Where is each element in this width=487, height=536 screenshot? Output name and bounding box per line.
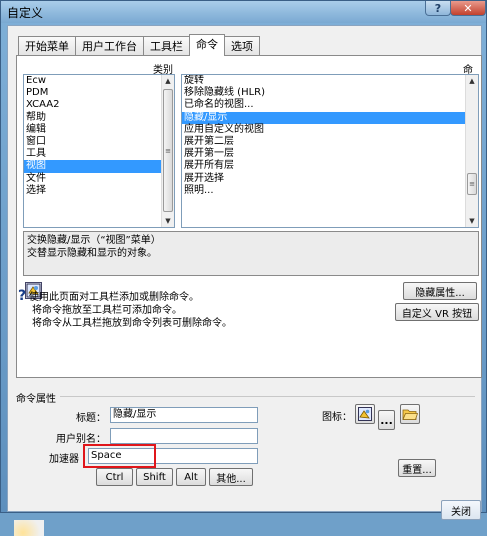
other-keys-button[interactable]: 其他... [209,468,253,486]
category-item[interactable]: 窗口 [24,136,174,148]
tab-strip: 开始菜单 用户工作台 工具栏 命令 选项 [18,34,260,56]
resize-grip [14,520,44,536]
customize-dialog: 自定义 ? ✕ 开始菜单 用户工作台 工具栏 命令 选项 类别 命令 Ecw P… [0,0,487,536]
command-item-selected[interactable]: 隐藏/显示 [182,111,478,124]
help-line: 将命令拖放至工具栏可添加命令。 [32,305,182,316]
category-item[interactable]: 编辑 [24,124,174,136]
category-list[interactable]: Ecw PDM XCAA2 帮助 编辑 窗口 工具 视图 文件 选择 ▲ ≡ ▼ [23,74,175,228]
shift-button[interactable]: Shift [136,468,173,486]
command-item[interactable]: 照明... [182,185,478,197]
custom-vr-button[interactable]: 自定义 VR 按钮 [395,303,479,321]
command-list[interactable]: 旋转 移除隐藏线 (HLR) 已命名的视图... 隐藏/显示 应用自定义的视图 … [181,74,479,228]
icon-label: 图标： [322,412,352,423]
dialog-body: 开始菜单 用户工作台 工具栏 命令 选项 类别 命令 Ecw PDM XCAA2… [7,25,482,536]
title-field[interactable]: 隐藏/显示 [110,407,258,423]
scroll-up-arrow-icon[interactable]: ▲ [162,75,174,87]
user-alias-label: 用户别名： [56,434,106,445]
category-item[interactable]: 工具 [24,148,174,160]
scroll-thumb[interactable]: ≡ [163,89,173,212]
ctrl-button[interactable]: Ctrl [96,468,133,486]
command-item[interactable]: 应用自定义的视图 [182,124,478,136]
tab-commands[interactable]: 命令 [189,34,225,56]
scroll-down-arrow-icon[interactable]: ▼ [162,215,174,227]
hide-properties-button[interactable]: 隐藏属性... [403,282,477,300]
command-item[interactable]: 展开所有层 [182,160,478,172]
description-line: 交换隐藏/显示（“视图”菜单） [27,235,161,246]
tab-toolbars[interactable]: 工具栏 [143,36,190,56]
command-description: 交换隐藏/显示（“视图”菜单） 交替显示隐藏和显示的对象。 [23,231,479,276]
command-item[interactable]: 移除隐藏线 (HLR) [182,87,478,99]
category-item[interactable]: XCAA2 [24,99,174,111]
category-item[interactable]: Ecw [24,75,174,87]
category-item[interactable]: PDM [24,87,174,99]
accelerator-highlight-box [83,444,156,468]
icon-browse-button[interactable]: ... [378,410,395,430]
command-item[interactable]: 展开第一层 [182,148,478,160]
category-scrollbar[interactable]: ▲ ≡ ▼ [161,75,174,227]
category-item[interactable]: 帮助 [24,112,174,124]
command-item[interactable]: 旋转 [182,75,478,87]
description-line: 交替显示隐藏和显示的对象。 [27,248,157,259]
user-alias-field[interactable] [110,428,258,444]
category-item[interactable]: 文件 [24,173,174,185]
help-button[interactable]: ? [425,1,451,16]
scroll-down-arrow-icon[interactable]: ▼ [466,215,478,227]
alt-button[interactable]: Alt [176,468,206,486]
help-line: 使用此页面对工具栏添加或删除命令。 [29,292,199,303]
tab-options[interactable]: 选项 [224,36,260,56]
close-button[interactable]: 关闭 [441,500,481,520]
reset-button[interactable]: 重置... [398,459,436,477]
question-mark-icon: ? [18,288,27,304]
hide-show-icon [358,407,372,421]
category-item-selected[interactable]: 视图 [24,160,174,173]
folder-icon [402,409,418,420]
command-item[interactable]: 已命名的视图... [182,99,478,111]
tab-start-menu[interactable]: 开始菜单 [18,36,76,56]
scroll-thumb[interactable]: ≡ [467,173,477,195]
help-instructions: ? 使用此页面对工具栏添加或删除命令。 将命令拖放至工具栏可添加命令。 将命令从工… [18,288,232,330]
help-line: 将命令从工具栏拖放到命令列表可删除命令。 [32,318,232,329]
title-bar[interactable]: 自定义 ? ✕ [1,1,486,23]
window-close-button[interactable]: ✕ [450,1,486,16]
command-icon-button[interactable] [355,404,375,424]
window-title: 自定义 [7,6,44,20]
command-properties-label: 命令属性 [16,394,56,405]
icon-open-folder-button[interactable] [400,404,420,424]
title-label: 标题： [76,413,106,424]
tab-user-workbench[interactable]: 用户工作台 [75,36,144,56]
command-scrollbar[interactable]: ▲ ≡ ▼ [465,75,478,227]
command-item[interactable]: 展开选择 [182,173,478,185]
accelerator-label: 加速器 [49,454,79,465]
scroll-up-arrow-icon[interactable]: ▲ [466,75,478,87]
category-item[interactable]: 选择 [24,185,174,197]
group-divider [60,396,475,397]
command-item[interactable]: 展开第二层 [182,136,478,148]
